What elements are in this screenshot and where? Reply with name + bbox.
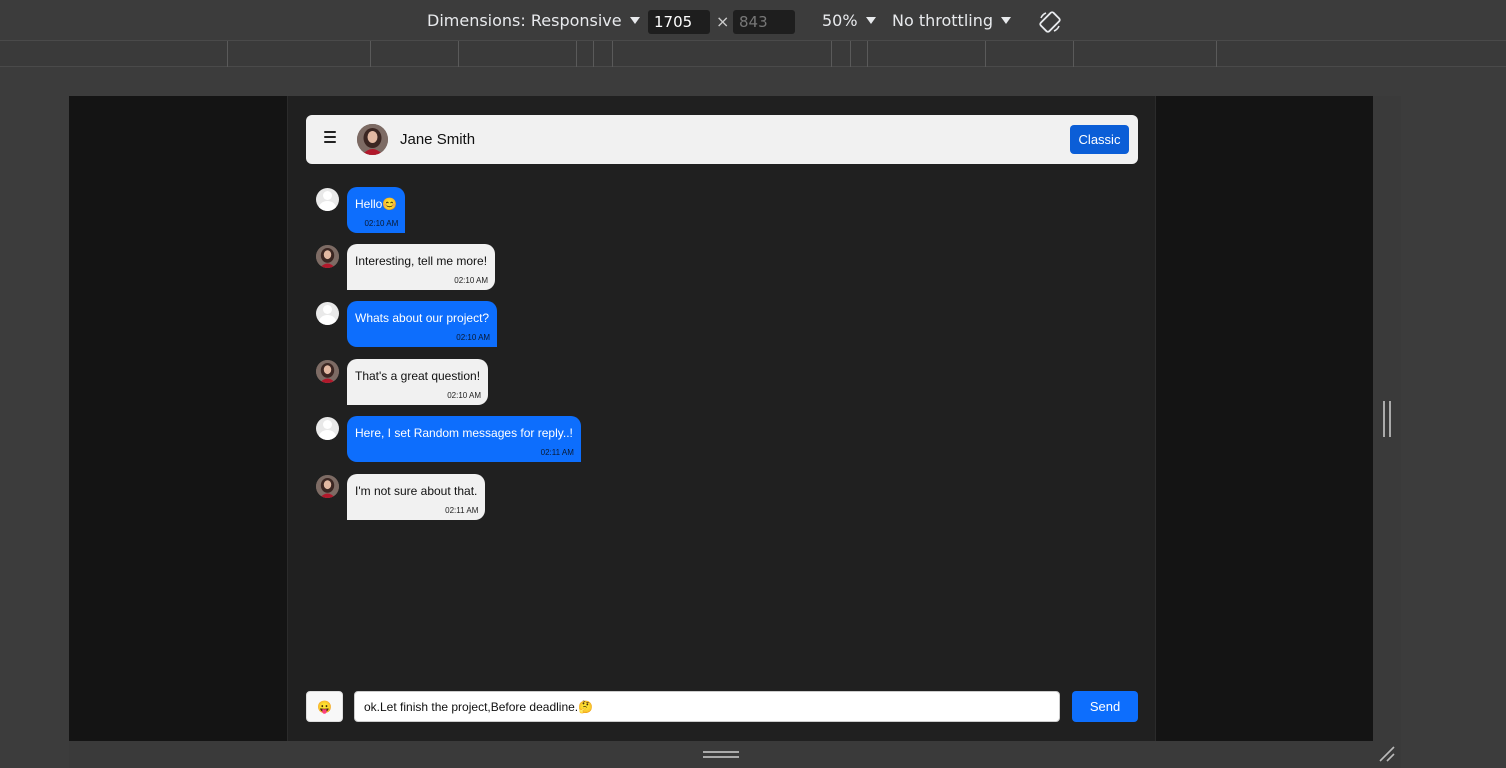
sent-message-bubble: Hello😊 02:10 AM — [347, 187, 406, 233]
zoom-dropdown[interactable]: 50% — [822, 11, 876, 30]
ruler-tick — [831, 41, 832, 67]
send-button[interactable]: Send — [1072, 691, 1138, 722]
classic-button[interactable]: Classic — [1070, 125, 1129, 154]
resize-grip-icon — [703, 751, 739, 758]
bottom-resize-handle[interactable] — [69, 741, 1401, 768]
chevron-down-icon — [1001, 17, 1012, 24]
ruler-tick — [1073, 41, 1074, 67]
chat-app: Jane Smith Classic Hello😊 02:10 AM Interes… — [287, 96, 1156, 741]
contact-name: Jane Smith — [400, 131, 476, 148]
zoom-label: 50% — [822, 11, 858, 30]
contact-avatar — [316, 360, 339, 383]
message-input[interactable] — [354, 691, 1060, 722]
times-symbol: × — [716, 12, 730, 31]
hamburger-menu-icon[interactable] — [324, 131, 336, 143]
user-avatar-icon — [316, 417, 339, 440]
chevron-down-icon — [865, 17, 876, 24]
message-text: Here, I set Random messages for reply..! — [355, 426, 573, 440]
chat-header: Jane Smith Classic — [306, 115, 1138, 164]
chevron-down-icon — [629, 17, 640, 24]
ruler-tick — [370, 41, 371, 67]
throttling-label: No throttling — [892, 11, 994, 30]
ruler-tick — [593, 41, 594, 67]
message-time: 02:11 AM — [445, 506, 479, 515]
message-time: 02:10 AM — [447, 391, 482, 400]
sent-message-bubble: Whats about our project? 02:10 AM — [347, 301, 498, 347]
message-text: Whats about our project? — [355, 311, 490, 325]
message-text: That's a great question! — [355, 369, 481, 383]
dimensions-dropdown[interactable]: Dimensions: Responsive — [427, 11, 640, 30]
rotate-icon[interactable] — [1038, 10, 1062, 34]
message-time: 02:10 AM — [456, 333, 491, 342]
height-input[interactable]: 843 — [733, 10, 795, 34]
ruler-tick — [1216, 41, 1217, 67]
received-message-bubble: I'm not sure about that. 02:11 AM — [347, 474, 486, 520]
corner-resize-icon[interactable] — [1378, 745, 1396, 763]
device-viewport: Jane Smith Classic Hello😊 02:10 AM Interes… — [69, 96, 1373, 741]
received-message-bubble: That's a great question! 02:10 AM — [347, 359, 489, 405]
ruler-tick — [985, 41, 986, 67]
ruler-tick — [576, 41, 577, 67]
message-time: 02:10 AM — [364, 219, 399, 228]
user-avatar-icon — [316, 302, 339, 325]
width-input[interactable]: 1705 — [648, 10, 710, 34]
message-text: I'm not sure about that. — [355, 484, 478, 498]
contact-avatar — [357, 124, 388, 155]
sent-message-bubble: Here, I set Random messages for reply..!… — [347, 416, 581, 462]
ruler-tick — [867, 41, 868, 67]
contact-avatar — [316, 475, 339, 498]
message-time: 02:11 AM — [540, 448, 574, 457]
media-query-ruler[interactable] — [0, 41, 1506, 67]
ruler-tick — [612, 41, 613, 67]
dimensions-label: Dimensions: Responsive — [427, 11, 622, 30]
message-text: Interesting, tell me more! — [355, 254, 488, 268]
received-message-bubble: Interesting, tell me more! 02:10 AM — [347, 244, 496, 290]
user-avatar-icon — [316, 188, 339, 211]
device-toolbar: Dimensions: Responsive 1705 × 843 50% No… — [0, 0, 1506, 41]
message-time: 02:10 AM — [454, 276, 489, 285]
ruler-tick — [850, 41, 851, 67]
contact-avatar — [316, 245, 339, 268]
ruler-tick — [227, 41, 228, 67]
resize-grip-icon — [1383, 401, 1391, 437]
throttling-dropdown[interactable]: No throttling — [892, 11, 1012, 30]
ruler-tick — [458, 41, 459, 67]
message-text: Hello😊 — [355, 197, 398, 211]
emoji-button[interactable]: 😛 — [306, 691, 343, 722]
right-resize-handle[interactable] — [1373, 96, 1401, 741]
